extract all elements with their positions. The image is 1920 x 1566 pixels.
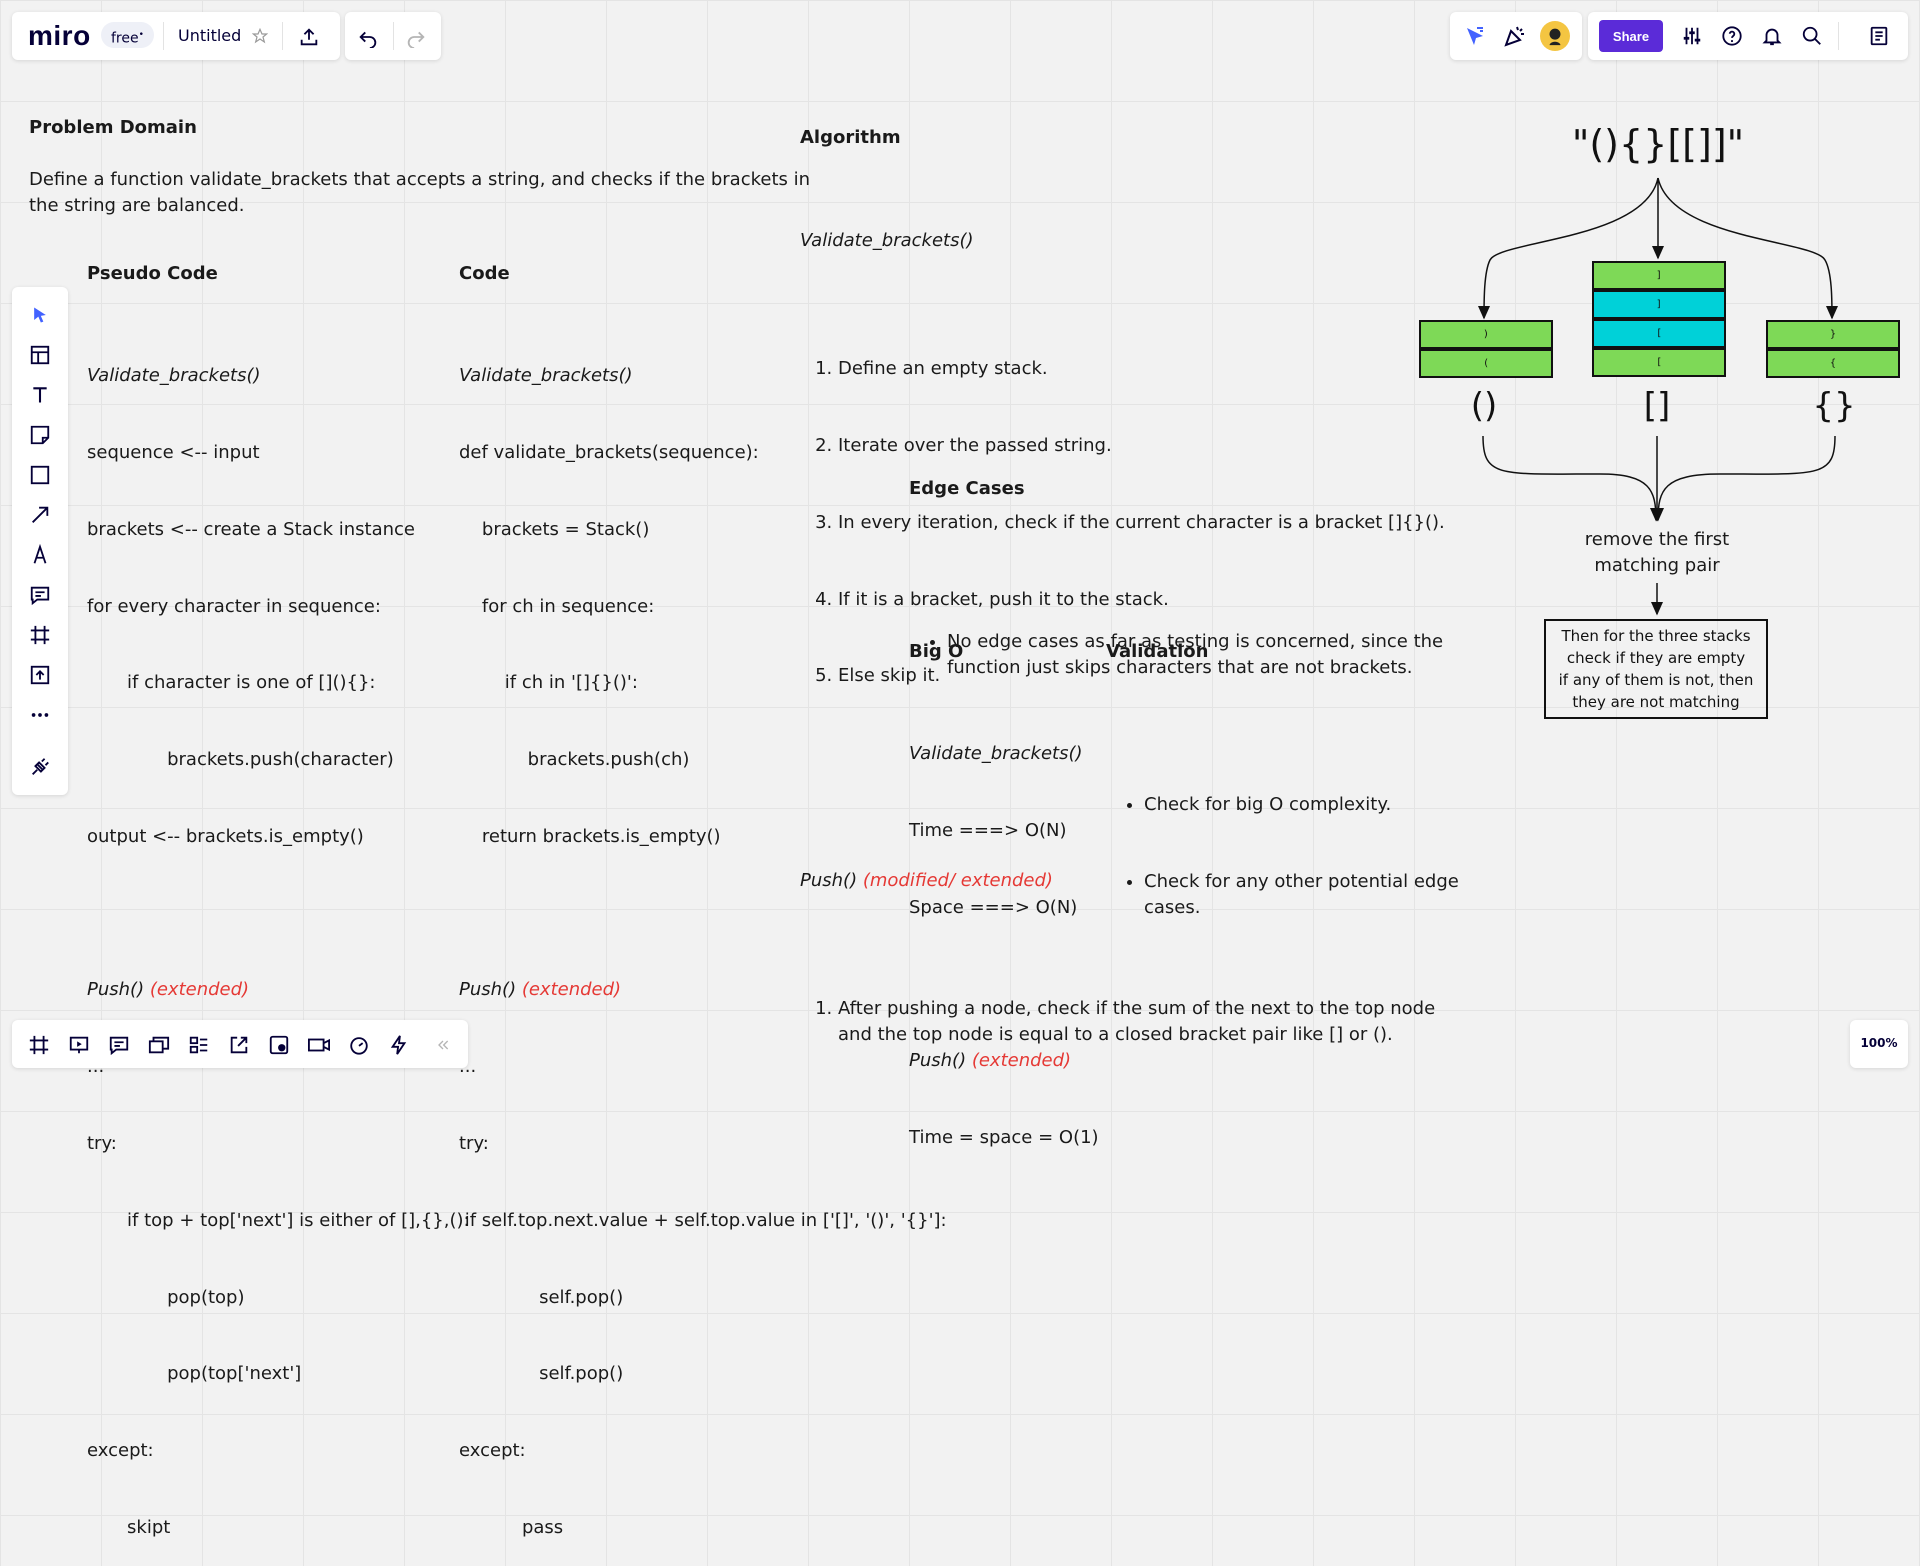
code-push-line: try: <box>459 1133 489 1154</box>
pseudo-push-line: pop(top) <box>87 1286 245 1308</box>
pseudo-push-line: except: <box>87 1440 154 1462</box>
diagram-input-string[interactable]: "(){}[[]]" <box>1558 122 1758 166</box>
bigo-push-line: Time = space = O(1) <box>909 1127 1099 1149</box>
mid-stack-label[interactable]: [] <box>1607 386 1707 426</box>
stack-cell: [ <box>1592 319 1726 348</box>
stack-right[interactable]: } { <box>1766 320 1900 378</box>
pseudo-push-line: pop(top['next'] <box>87 1363 302 1385</box>
result-box-line: check if they are empty <box>1566 649 1746 667</box>
merge-line-2: matching pair <box>1594 554 1720 576</box>
connector-left-merge <box>1482 435 1662 522</box>
code-push-line: self.pop() <box>459 1363 624 1385</box>
stack-cell: } <box>1766 320 1900 349</box>
code-push-line: if self.top.next.value + self.top.value … <box>459 1209 947 1231</box>
stack-left[interactable]: ) ( <box>1419 320 1553 378</box>
stack-cell: ( <box>1419 349 1553 378</box>
left-stack-label[interactable]: () <box>1434 386 1534 426</box>
stack-cell: ) <box>1419 320 1553 349</box>
code-push-line: self.pop() <box>459 1286 624 1308</box>
stack-cell: ] <box>1592 261 1726 290</box>
code-push-line: except: <box>459 1440 526 1462</box>
pseudo-push-line: try: <box>87 1133 117 1154</box>
result-box-line: they are not matching <box>1572 693 1740 711</box>
merge-line-1: remove the first <box>1584 529 1730 550</box>
result-box[interactable]: Then for the three stacks check if they … <box>1544 619 1768 719</box>
stack-middle[interactable]: ] ] [ [ <box>1592 261 1726 379</box>
stack-cell: [ <box>1592 348 1726 377</box>
pseudo-push-line: if top + top['next'] is either of [],{},… <box>87 1209 470 1231</box>
right-stack-label[interactable]: {} <box>1784 386 1884 426</box>
merge-text[interactable]: remove the first matching pair <box>1557 527 1757 578</box>
result-box-line: if any of them is not, then <box>1558 671 1754 689</box>
connector-right-merge <box>1652 435 1836 522</box>
result-box-line: Then for the three stacks <box>1561 627 1751 645</box>
stack-cell: ] <box>1592 290 1726 319</box>
pseudo-push-line: skipt <box>87 1516 171 1538</box>
code-push-line: pass <box>459 1516 564 1538</box>
stack-cell: { <box>1766 349 1900 378</box>
